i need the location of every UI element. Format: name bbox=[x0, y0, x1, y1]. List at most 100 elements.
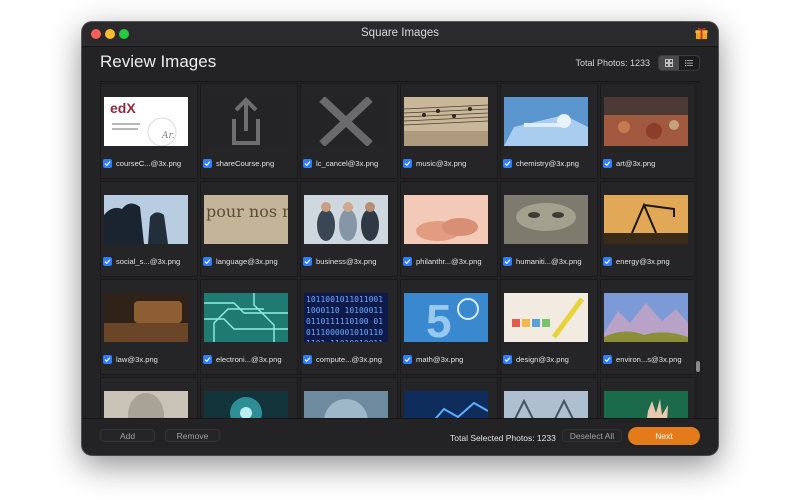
checkbox[interactable] bbox=[403, 257, 412, 266]
file-name: courseC...@3x.png bbox=[116, 159, 182, 168]
image-tile[interactable]: music@3x.png bbox=[400, 83, 498, 179]
checkmark-icon bbox=[604, 259, 611, 265]
tile-caption: philanthr...@3x.png bbox=[403, 257, 495, 266]
grid-view-button[interactable] bbox=[659, 56, 679, 70]
checkbox[interactable] bbox=[103, 257, 112, 266]
tile-caption: social_s...@3x.png bbox=[103, 257, 195, 266]
file-name: compute...@3x.png bbox=[316, 355, 382, 364]
computer-science-photo: 10110010110110011000110 1010001101101111… bbox=[304, 293, 388, 342]
checkmark-icon bbox=[204, 357, 211, 363]
tile-caption: art@3x.png bbox=[603, 159, 694, 168]
image-tile[interactable]: philanthr...@3x.png bbox=[400, 181, 498, 277]
file-name: philanthr...@3x.png bbox=[416, 257, 482, 266]
tile-caption: compute...@3x.png bbox=[303, 355, 395, 364]
image-tile[interactable]: 10110010110110011000110 1010001101101111… bbox=[300, 279, 398, 375]
image-tile[interactable]: social_s...@3x.png bbox=[100, 181, 198, 277]
grid-scrollbar[interactable] bbox=[694, 82, 702, 418]
music-photo bbox=[404, 97, 488, 146]
title-bar: Square Images bbox=[82, 22, 718, 47]
tile-caption: shareCourse.png bbox=[203, 159, 295, 168]
image-tile[interactable]: lc_cancel@3x.png bbox=[300, 83, 398, 179]
hands-photo bbox=[604, 391, 688, 418]
checkbox[interactable] bbox=[603, 159, 612, 168]
file-name: business@3x.png bbox=[316, 257, 377, 266]
image-tile[interactable]: shareCourse.png bbox=[200, 83, 298, 179]
checkbox[interactable] bbox=[603, 257, 612, 266]
image-grid-scroll-area[interactable]: edX Ar. courseC...@3x.png shareCourse.pn… bbox=[100, 82, 694, 418]
statue-photo bbox=[104, 391, 188, 418]
view-mode-toggle bbox=[658, 55, 700, 71]
image-tile[interactable]: pour nos mie language@3x.png bbox=[200, 181, 298, 277]
image-tile[interactable]: humaniti...@3x.png bbox=[500, 181, 598, 277]
tile-caption: lc_cancel@3x.png bbox=[303, 159, 395, 168]
image-tile[interactable] bbox=[100, 377, 198, 418]
space-photo bbox=[204, 391, 288, 418]
share-icon bbox=[204, 97, 288, 146]
electronics-photo bbox=[204, 293, 288, 342]
image-tile[interactable]: electroni...@3x.png bbox=[200, 279, 298, 375]
image-tile[interactable] bbox=[600, 377, 694, 418]
checkmark-icon bbox=[104, 259, 111, 265]
checkbox[interactable] bbox=[503, 355, 512, 364]
philanthropy-photo bbox=[404, 195, 488, 244]
checkbox[interactable] bbox=[503, 159, 512, 168]
edx-logo-text: edX bbox=[110, 100, 136, 116]
checkbox[interactable] bbox=[303, 355, 312, 364]
image-tile[interactable] bbox=[300, 377, 398, 418]
file-name: lc_cancel@3x.png bbox=[316, 159, 379, 168]
checkmark-icon bbox=[404, 357, 411, 363]
tile-caption: language@3x.png bbox=[203, 257, 295, 266]
checkbox[interactable] bbox=[603, 355, 612, 364]
image-thumbnail: edX Ar. bbox=[104, 97, 188, 146]
checkmark-icon bbox=[304, 357, 311, 363]
checkmark-icon bbox=[304, 161, 311, 167]
file-name: music@3x.png bbox=[416, 159, 467, 168]
image-tile[interactable]: 5 math@3x.png bbox=[400, 279, 498, 375]
next-button[interactable]: Next bbox=[628, 427, 700, 445]
gift-icon[interactable] bbox=[695, 27, 708, 40]
tile-caption: environ...s@3x.png bbox=[603, 355, 694, 364]
checkmark-icon bbox=[604, 161, 611, 167]
checkbox[interactable] bbox=[403, 159, 412, 168]
checkbox[interactable] bbox=[103, 159, 112, 168]
binary-text: 10110010110110011000110 1010001101101111… bbox=[306, 295, 384, 342]
tile-caption: business@3x.png bbox=[303, 257, 395, 266]
image-tile[interactable] bbox=[200, 377, 298, 418]
tile-caption: courseC...@3x.png bbox=[103, 159, 195, 168]
image-tile[interactable]: art@3x.png bbox=[600, 83, 694, 179]
checkmark-icon bbox=[504, 161, 511, 167]
image-tile[interactable]: environ...s@3x.png bbox=[600, 279, 694, 375]
checkbox[interactable] bbox=[203, 159, 212, 168]
file-name: chemistry@3x.png bbox=[516, 159, 579, 168]
file-name: language@3x.png bbox=[216, 257, 278, 266]
checkmark-icon bbox=[204, 161, 211, 167]
checkbox[interactable] bbox=[203, 355, 212, 364]
image-tile[interactable]: law@3x.png bbox=[100, 279, 198, 375]
image-tile[interactable] bbox=[500, 377, 598, 418]
file-name: electroni...@3x.png bbox=[216, 355, 282, 364]
chemistry-photo bbox=[504, 97, 588, 146]
checkbox[interactable] bbox=[303, 257, 312, 266]
image-tile[interactable] bbox=[400, 377, 498, 418]
image-tile[interactable]: energy@3x.png bbox=[600, 181, 694, 277]
list-view-icon bbox=[685, 60, 693, 67]
remove-button[interactable]: Remove bbox=[165, 429, 220, 442]
file-name: social_s...@3x.png bbox=[116, 257, 181, 266]
scrollbar-thumb[interactable] bbox=[696, 361, 700, 372]
add-button[interactable]: Add bbox=[100, 429, 155, 442]
image-grid: edX Ar. courseC...@3x.png shareCourse.pn… bbox=[100, 82, 694, 418]
page-title: Review Images bbox=[100, 52, 217, 71]
image-tile[interactable]: edX Ar. courseC...@3x.png bbox=[100, 83, 198, 179]
checkbox[interactable] bbox=[403, 355, 412, 364]
checkbox[interactable] bbox=[203, 257, 212, 266]
checkbox[interactable] bbox=[103, 355, 112, 364]
deselect-all-button[interactable]: Deselect All bbox=[562, 429, 622, 442]
list-view-button[interactable] bbox=[679, 56, 699, 70]
checkbox[interactable] bbox=[503, 257, 512, 266]
file-name: humaniti...@3x.png bbox=[516, 257, 582, 266]
checkbox[interactable] bbox=[303, 159, 312, 168]
image-tile[interactable]: chemistry@3x.png bbox=[500, 83, 598, 179]
image-tile[interactable]: business@3x.png bbox=[300, 181, 398, 277]
tile-caption: math@3x.png bbox=[403, 355, 495, 364]
image-tile[interactable]: design@3x.png bbox=[500, 279, 598, 375]
